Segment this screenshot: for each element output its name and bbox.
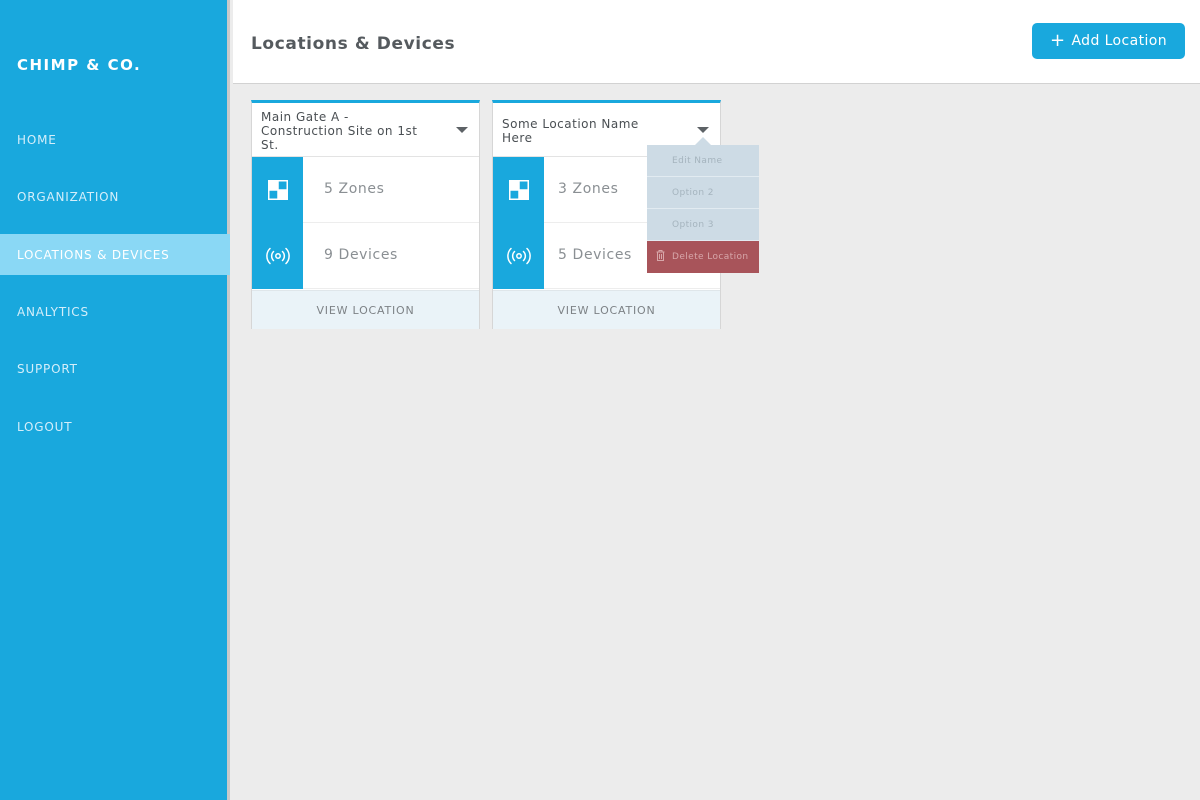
menu-item-delete-location[interactable]: Delete Location (647, 241, 759, 273)
sidebar-item-locations-devices[interactable]: LOCATIONS & DEVICES (0, 234, 230, 275)
view-location-button[interactable]: VIEW LOCATION (252, 290, 479, 329)
location-name: Some Location Name Here (502, 117, 639, 145)
location-card-header: Main Gate A - Construction Site on 1st S… (252, 103, 479, 157)
plus-icon: + (1049, 30, 1066, 51)
broadcast-icon (493, 223, 544, 289)
zones-icon (493, 157, 544, 223)
location-card: Main Gate A - Construction Site on 1st S… (251, 100, 480, 329)
menu-item-option-3[interactable]: Option 3 (647, 209, 759, 241)
zones-count: 3 Zones (558, 181, 619, 197)
zones-row: 5 Zones (252, 157, 479, 223)
sidebar-item-analytics[interactable]: ANALYTICS (0, 291, 230, 332)
sidebar-item-support[interactable]: SUPPORT (0, 348, 230, 389)
devices-row: 9 Devices (252, 223, 479, 289)
delete-location-label: Delete Location (672, 252, 749, 262)
menu-pointer (695, 137, 711, 145)
zones-icon (252, 157, 303, 223)
chevron-down-icon[interactable] (697, 127, 709, 133)
page-title: Locations & Devices (251, 34, 456, 54)
menu-item-edit-name[interactable]: Edit Name (647, 145, 759, 177)
view-location-button[interactable]: VIEW LOCATION (493, 290, 720, 329)
sidebar-item-logout[interactable]: LOGOUT (0, 406, 230, 447)
location-options-menu: Edit Name Option 2 Option 3 Delete Locat… (647, 137, 759, 273)
sidebar-item-organization[interactable]: ORGANIZATION (0, 176, 230, 217)
menu-item-option-2[interactable]: Option 2 (647, 177, 759, 209)
brand-logo: CHIMP & CO. (17, 56, 142, 74)
add-location-label: Add Location (1071, 33, 1168, 49)
devices-count: 9 Devices (324, 247, 398, 263)
devices-count: 5 Devices (558, 247, 632, 263)
location-name: Main Gate A - Construction Site on 1st S… (261, 110, 418, 152)
zones-count: 5 Zones (324, 181, 385, 197)
trash-icon (656, 250, 665, 264)
sidebar-item-home[interactable]: HOME (0, 119, 230, 160)
sidebar: CHIMP & CO. HOME ORGANIZATION LOCATIONS … (0, 0, 230, 800)
broadcast-icon (252, 223, 303, 289)
add-location-button[interactable]: + Add Location (1032, 23, 1185, 59)
chevron-down-icon[interactable] (456, 127, 468, 133)
top-bar: Locations & Devices + Add Location (233, 0, 1200, 84)
